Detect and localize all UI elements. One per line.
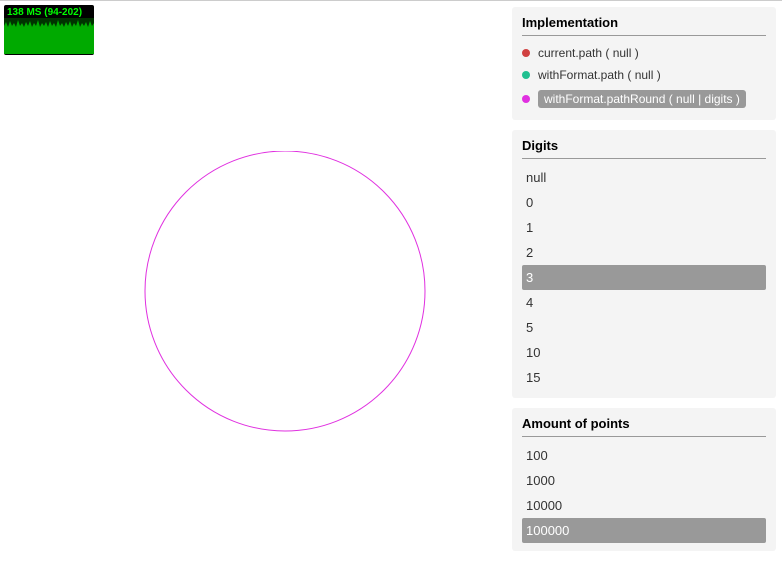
implementation-option[interactable]: withFormat.pathRound ( null | digits ) bbox=[522, 86, 766, 112]
panel-title-implementation: Implementation bbox=[522, 15, 766, 36]
digits-option[interactable]: 10 bbox=[522, 340, 766, 365]
points-option[interactable]: 1000 bbox=[522, 468, 766, 493]
points-option[interactable]: 100000 bbox=[522, 518, 766, 543]
digits-option[interactable]: 0 bbox=[522, 190, 766, 215]
digits-option[interactable]: 5 bbox=[522, 315, 766, 340]
digits-option[interactable]: 4 bbox=[522, 290, 766, 315]
implementation-option-label: withFormat.path ( null ) bbox=[538, 68, 661, 82]
digits-option[interactable]: 15 bbox=[522, 365, 766, 390]
points-option[interactable]: 100 bbox=[522, 443, 766, 468]
implementation-option[interactable]: withFormat.path ( null ) bbox=[522, 64, 766, 86]
digits-option[interactable]: 1 bbox=[522, 215, 766, 240]
panel-title-digits: Digits bbox=[522, 138, 766, 159]
rendered-circle bbox=[135, 151, 435, 451]
digits-option[interactable]: 3 bbox=[522, 265, 766, 290]
color-dot-icon bbox=[522, 95, 530, 103]
implementation-option-label: withFormat.pathRound ( null | digits ) bbox=[538, 90, 746, 108]
canvas-area bbox=[0, 1, 500, 588]
panel-digits: Digits null0123451015 bbox=[512, 130, 776, 398]
panel-implementation: Implementation current.path ( null ) with… bbox=[512, 7, 776, 120]
color-dot-icon bbox=[522, 49, 530, 57]
color-dot-icon bbox=[522, 71, 530, 79]
digits-option[interactable]: null bbox=[522, 165, 766, 190]
digits-option[interactable]: 2 bbox=[522, 240, 766, 265]
implementation-option-label: current.path ( null ) bbox=[538, 46, 639, 60]
panel-points: Amount of points 100100010000100000 bbox=[512, 408, 776, 551]
points-option[interactable]: 10000 bbox=[522, 493, 766, 518]
implementation-option[interactable]: current.path ( null ) bbox=[522, 42, 766, 64]
panel-title-points: Amount of points bbox=[522, 416, 766, 437]
sidebar: Implementation current.path ( null ) with… bbox=[512, 1, 782, 561]
